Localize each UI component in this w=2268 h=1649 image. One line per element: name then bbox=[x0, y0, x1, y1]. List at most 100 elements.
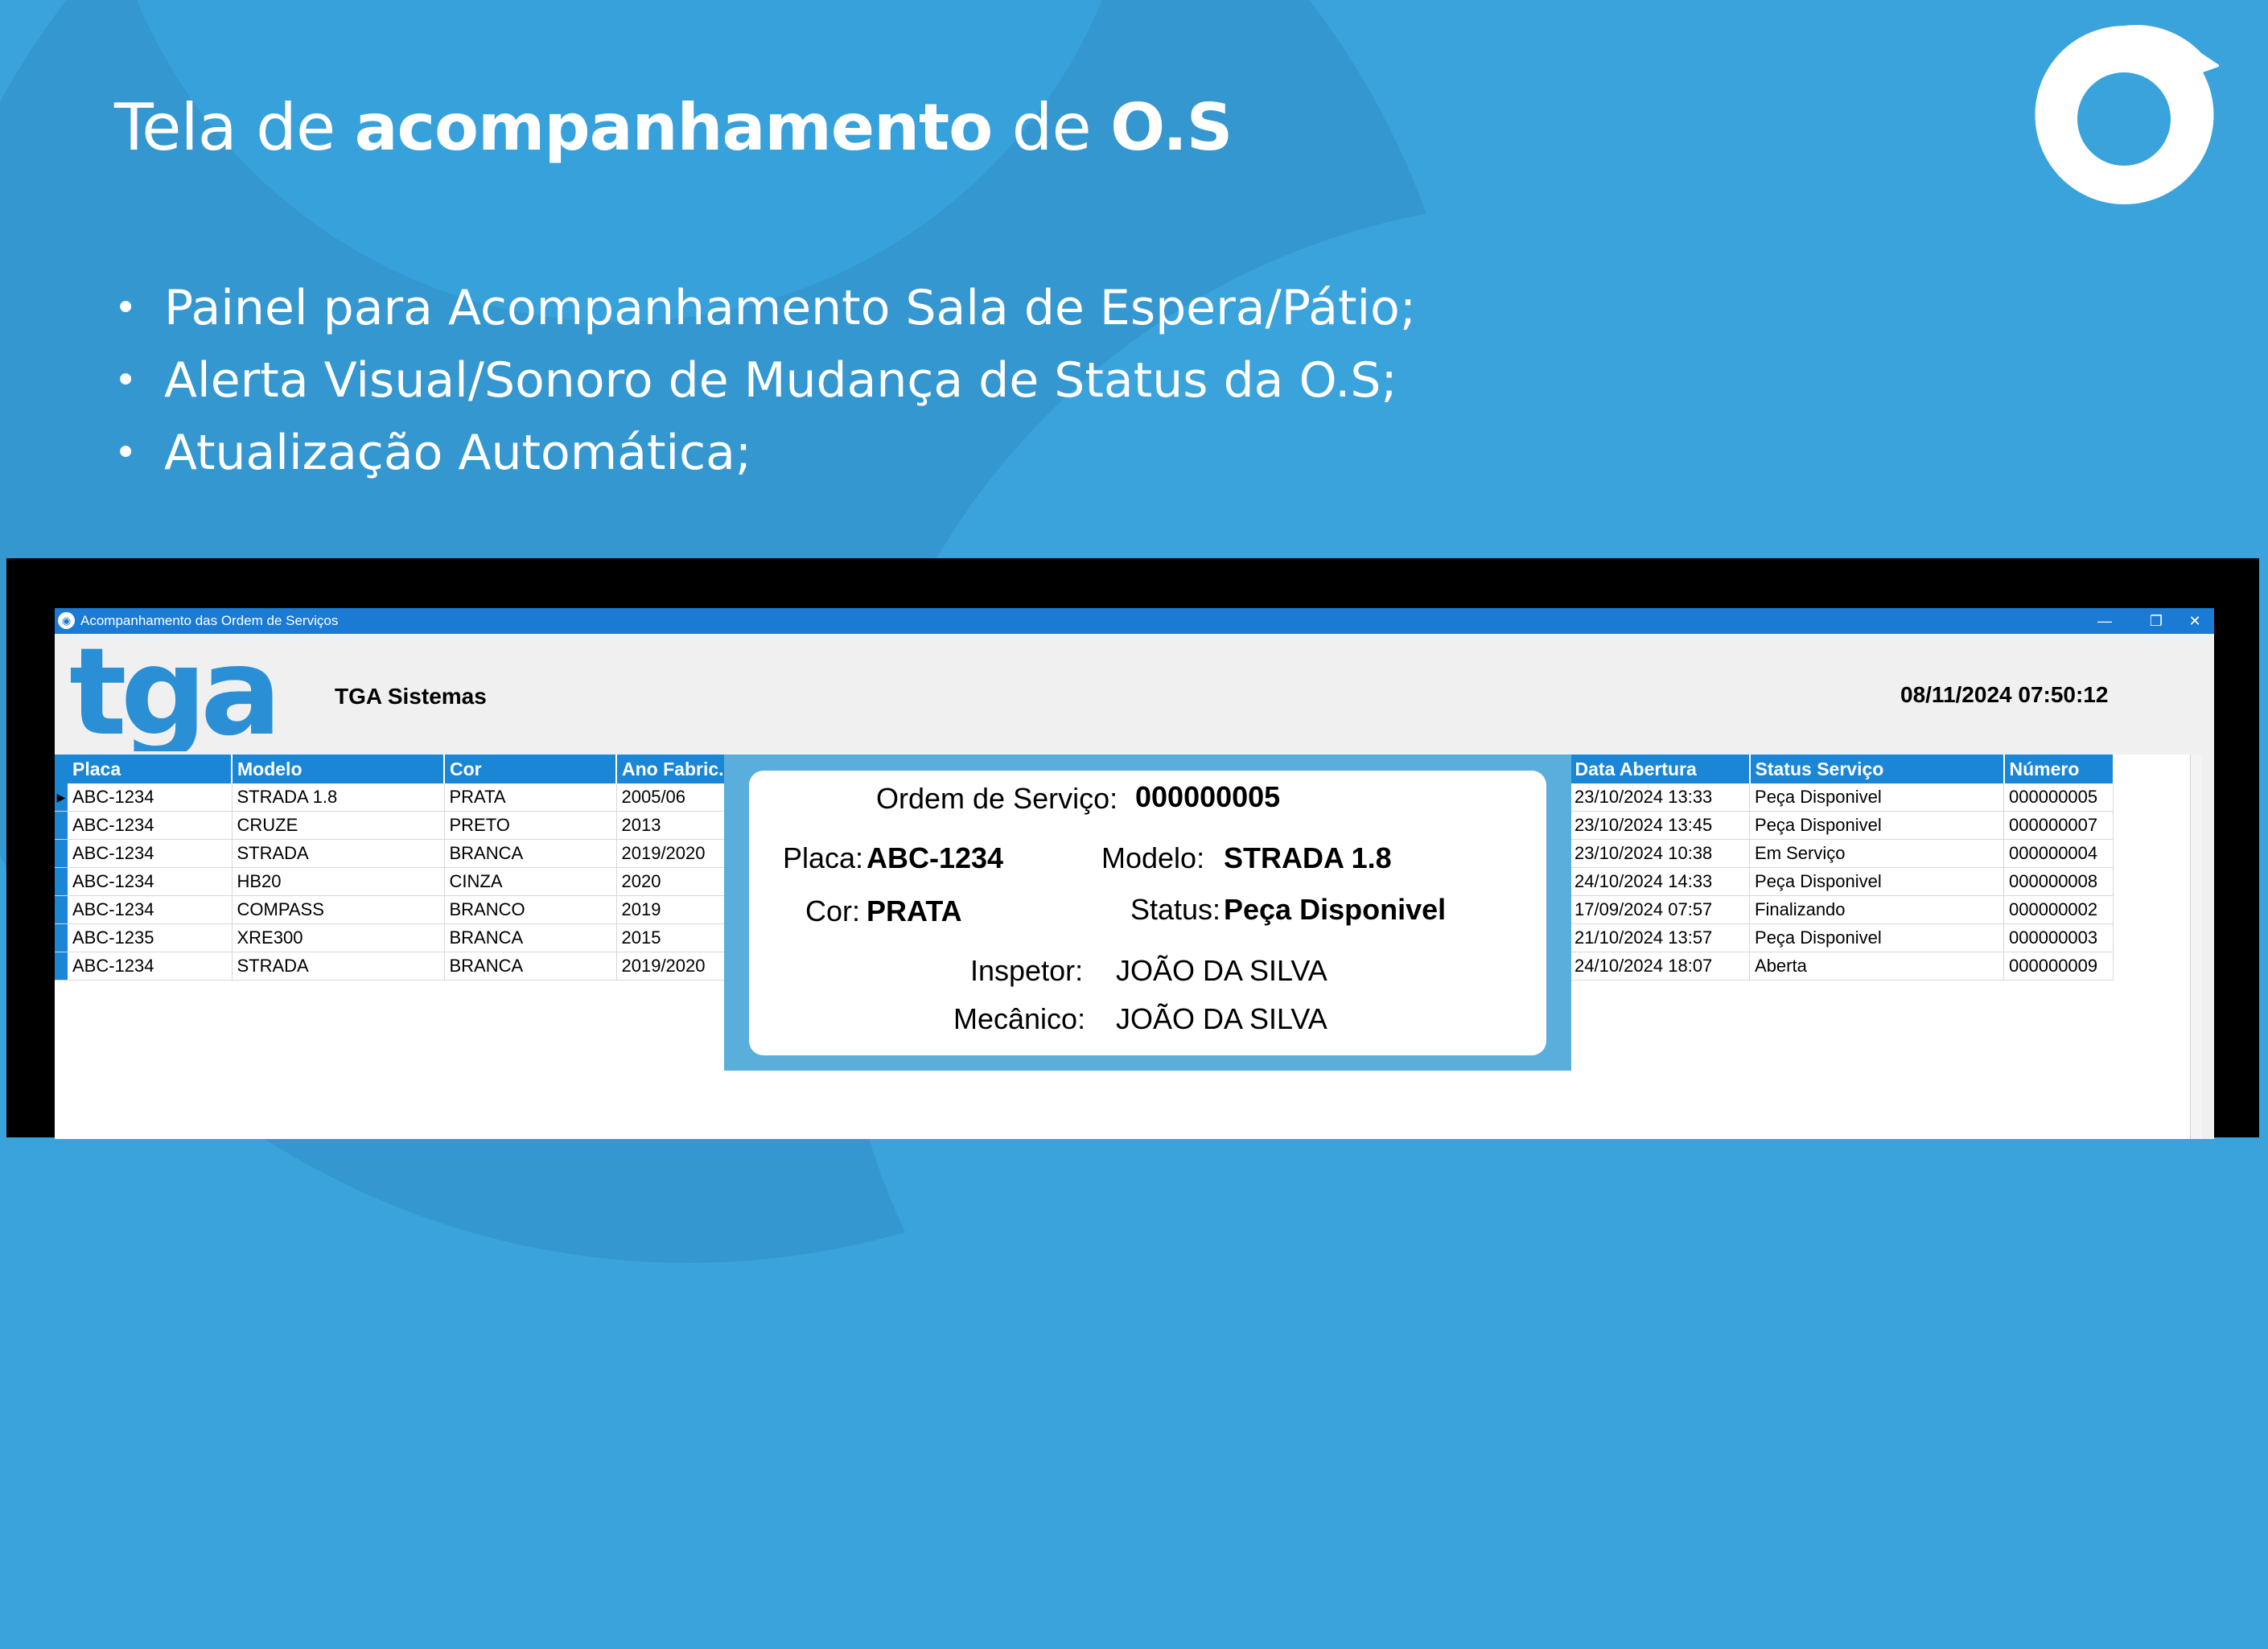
placa-value: ABC-1234 bbox=[866, 841, 1004, 874]
table-cell: Peça Disponivel bbox=[1749, 867, 2005, 896]
status-label: Status: bbox=[1130, 893, 1221, 926]
table-cell: 000000008 bbox=[2003, 867, 2114, 896]
company-name: TGA Sistemas bbox=[335, 684, 487, 709]
table-cell: Peça Disponivel bbox=[1749, 923, 2005, 952]
vertical-scrollbar[interactable] bbox=[2190, 755, 2202, 1139]
column-header[interactable]: Status Serviço bbox=[1749, 755, 2005, 783]
feature-text: Atualização Automática; bbox=[164, 425, 752, 481]
column-header[interactable]: Placa bbox=[68, 755, 233, 783]
order-label: Ordem de Serviço: bbox=[876, 782, 1118, 815]
app-icon: ◉ bbox=[58, 612, 75, 629]
table-cell: 2019/2020 bbox=[616, 952, 726, 981]
table-cell: PRETO bbox=[444, 811, 617, 840]
table-cell: BRANCA bbox=[444, 923, 617, 952]
table-cell: Aberta bbox=[1749, 952, 2005, 981]
feature-text: Alerta Visual/Sonoro de Mudança de Statu… bbox=[164, 352, 1397, 409]
table-cell: 24/10/2024 14:33 bbox=[1569, 867, 1751, 896]
table-cell: ABC-1234 bbox=[68, 783, 233, 812]
table-cell: 000000003 bbox=[2003, 923, 2114, 952]
bullet-icon: • bbox=[114, 430, 138, 475]
column-header[interactable]: Ano Fabric. bbox=[616, 755, 726, 783]
feature-item: • Alerta Visual/Sonoro de Mudança de Stat… bbox=[114, 344, 1416, 417]
table-cell: ABC-1234 bbox=[68, 895, 233, 924]
row-indicator[interactable] bbox=[55, 811, 68, 840]
table-cell: BRANCA bbox=[444, 839, 617, 868]
table-cell: 000000007 bbox=[2003, 811, 2114, 840]
row-indicator[interactable] bbox=[55, 952, 68, 981]
table-cell: HB20 bbox=[232, 867, 445, 896]
table-cell: 000000005 bbox=[2003, 783, 2114, 812]
inspetor-label: Inspetor: bbox=[970, 954, 1084, 987]
row-indicator[interactable] bbox=[55, 895, 68, 924]
table-cell: STRADA bbox=[232, 839, 445, 868]
table-cell: ABC-1234 bbox=[68, 839, 233, 868]
table-cell: CINZA bbox=[444, 867, 617, 896]
table-cell: COMPASS bbox=[232, 895, 445, 924]
placa-label: Placa: bbox=[783, 841, 864, 874]
table-cell: Peça Disponivel bbox=[1749, 783, 2005, 812]
table-cell: 23/10/2024 13:33 bbox=[1569, 783, 1751, 812]
tga-logo: tga bbox=[69, 639, 282, 751]
table-cell: 2015 bbox=[616, 923, 726, 952]
bullet-icon: • bbox=[114, 286, 138, 331]
table-cell: BRANCA bbox=[444, 952, 617, 981]
table-cell: 23/10/2024 10:38 bbox=[1569, 839, 1751, 868]
table-cell: 000000004 bbox=[2003, 839, 2114, 868]
order-detail-card: Ordem de Serviço: 000000005 Placa: ABC-1… bbox=[749, 771, 1546, 1055]
mecanico-value: JOÃO DA SILVA bbox=[1116, 1002, 1327, 1035]
minimize-button[interactable]: — bbox=[2085, 608, 2124, 634]
table-cell: 2020 bbox=[616, 867, 726, 896]
table-cell: Finalizando bbox=[1749, 895, 2005, 924]
table-cell: Em Serviço bbox=[1749, 839, 2005, 868]
mecanico-label: Mecânico: bbox=[953, 1002, 1086, 1035]
table-cell: ABC-1234 bbox=[68, 952, 233, 981]
row-indicator[interactable] bbox=[55, 867, 68, 896]
status-value: Peça Disponivel bbox=[1224, 893, 1447, 926]
row-indicator[interactable] bbox=[55, 923, 68, 952]
order-value: 000000005 bbox=[1135, 780, 1281, 813]
current-datetime: 08/11/2024 07:50:12 bbox=[1900, 682, 2109, 707]
table-cell: STRADA bbox=[232, 952, 445, 981]
feature-list: • Painel para Acompanhamento Sala de Espe… bbox=[114, 272, 1416, 489]
column-header[interactable]: Modelo bbox=[232, 755, 445, 783]
brand-logo-icon bbox=[2035, 24, 2219, 204]
maximize-button[interactable]: ❐ bbox=[2137, 608, 2175, 634]
table-cell: BRANCO bbox=[444, 895, 617, 924]
cor-label: Cor: bbox=[805, 894, 861, 927]
row-indicator[interactable] bbox=[55, 839, 68, 868]
table-cell: 17/09/2024 07:57 bbox=[1569, 895, 1751, 924]
cor-value: PRATA bbox=[866, 894, 962, 927]
table-cell: 2005/06 bbox=[616, 783, 726, 812]
table-cell: ABC-1234 bbox=[68, 867, 233, 896]
close-button[interactable]: ✕ bbox=[2175, 608, 2214, 634]
table-cell: STRADA 1.8 bbox=[232, 783, 445, 812]
column-header[interactable]: Data Abertura bbox=[1569, 755, 1751, 783]
slide-title: Tela de acompanhamento de O.S bbox=[114, 90, 1233, 165]
table-cell: 2019/2020 bbox=[616, 839, 726, 868]
window-titlebar[interactable]: ◉ Acompanhamento das Ordem de Serviços —… bbox=[55, 608, 2214, 634]
table-cell: 000000009 bbox=[2003, 952, 2114, 981]
table-cell: Peça Disponivel bbox=[1749, 811, 2005, 840]
svg-text:tga: tga bbox=[69, 639, 275, 751]
modelo-label: Modelo: bbox=[1101, 841, 1205, 874]
table-cell: XRE300 bbox=[232, 923, 445, 952]
table-cell: 24/10/2024 18:07 bbox=[1569, 952, 1751, 981]
table-cell: 2019 bbox=[616, 895, 726, 924]
window-title: Acompanhamento das Ordem de Serviços bbox=[80, 613, 339, 628]
column-header[interactable]: Número bbox=[2003, 755, 2114, 783]
feature-item: • Painel para Acompanhamento Sala de Espe… bbox=[114, 272, 1416, 344]
column-header[interactable]: Cor bbox=[444, 755, 617, 783]
table-cell: 000000002 bbox=[2003, 895, 2114, 924]
table-cell: ABC-1234 bbox=[68, 811, 233, 840]
bullet-icon: • bbox=[114, 358, 138, 403]
table-cell: 2013 bbox=[616, 811, 726, 840]
modelo-value: STRADA 1.8 bbox=[1224, 841, 1392, 874]
table-cell: 23/10/2024 13:45 bbox=[1569, 811, 1751, 840]
row-indicator-header bbox=[55, 755, 68, 783]
inspetor-value: JOÃO DA SILVA bbox=[1116, 954, 1327, 987]
table-cell: PRATA bbox=[444, 783, 617, 812]
feature-text: Painel para Acompanhamento Sala de Esper… bbox=[164, 280, 1417, 336]
feature-item: • Atualização Automática; bbox=[114, 417, 1416, 489]
row-indicator[interactable]: ▶ bbox=[55, 783, 68, 812]
table-cell: 21/10/2024 13:57 bbox=[1569, 923, 1751, 952]
